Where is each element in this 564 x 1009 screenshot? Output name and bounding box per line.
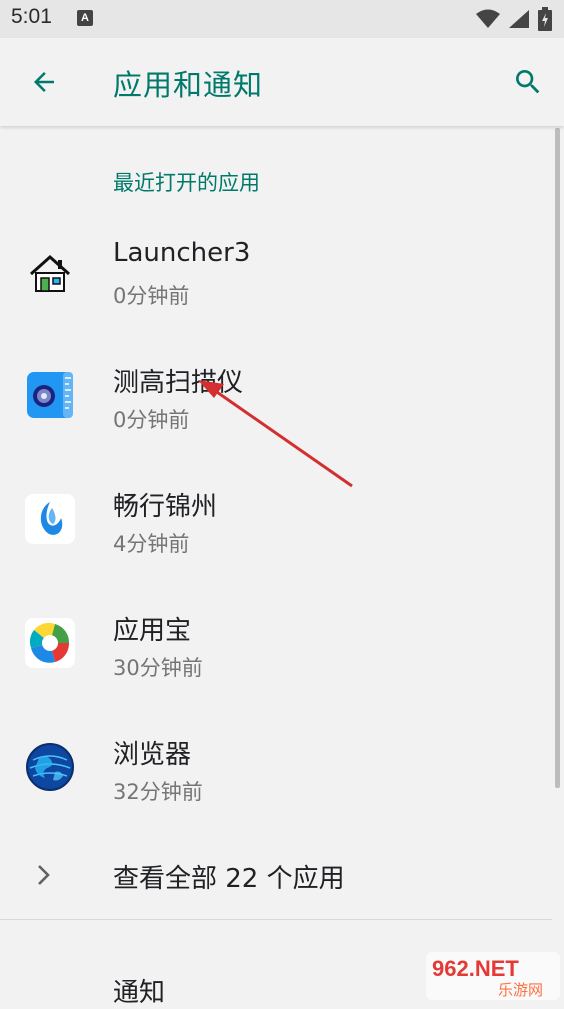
height-scanner-icon <box>27 372 73 418</box>
app-last-used: 30分钟前 <box>113 656 203 680</box>
app-name: 应用宝 <box>113 616 192 646</box>
status-icons <box>476 7 552 31</box>
wifi-icon <box>476 9 500 28</box>
app-bar: 应用和通知 <box>0 38 564 126</box>
notifications-label: 通知 <box>113 978 166 1008</box>
app-row-yingyongbao[interactable]: 应用宝 30分钟前 <box>0 584 552 704</box>
app-last-used: 4分钟前 <box>113 532 190 556</box>
watermark-text-top: 962.NET <box>432 956 519 981</box>
app-last-used: 0分钟前 <box>113 284 190 308</box>
yingyongbao-icon <box>25 618 75 668</box>
app-last-used: 32分钟前 <box>113 780 203 804</box>
app-name: 畅行锦州 <box>113 492 218 522</box>
app-name: 浏览器 <box>113 740 192 770</box>
battery-icon <box>538 7 552 31</box>
status-time: 5:01 <box>11 5 52 28</box>
section-header-recent-apps: 最近打开的应用 <box>113 171 260 195</box>
page-title: 应用和通知 <box>113 68 264 102</box>
see-all-apps-button[interactable]: 查看全部 22 个应用 <box>0 836 552 916</box>
arrow-back-icon <box>34 72 54 92</box>
status-bar: 5:01 A <box>0 0 564 38</box>
watermark-text-bottom: 乐游网 <box>498 981 543 999</box>
app-name: Launcher3 <box>113 238 251 268</box>
launcher-house-icon <box>29 254 71 292</box>
chevron-right-icon <box>38 865 50 885</box>
app-last-used: 0分钟前 <box>113 408 190 432</box>
see-all-apps-label: 查看全部 22 个应用 <box>113 864 345 894</box>
app-row-changxing-jinzhou[interactable]: 畅行锦州 4分钟前 <box>0 460 552 580</box>
search-icon <box>516 70 540 94</box>
app-row-launcher3[interactable]: Launcher3 0分钟前 <box>0 212 552 332</box>
browser-globe-icon <box>26 743 74 791</box>
app-row-browser[interactable]: 浏览器 32分钟前 <box>0 708 552 828</box>
signal-icon <box>509 10 529 28</box>
back-button[interactable] <box>20 60 68 104</box>
app-row-height-scanner[interactable]: 测高扫描仪 0分钟前 <box>0 336 552 456</box>
notification-a-icon: A <box>77 10 93 26</box>
search-button[interactable] <box>504 60 552 104</box>
scrollbar[interactable] <box>555 128 560 788</box>
divider <box>0 919 552 920</box>
watermark-logo: 962.NET 乐游网 <box>426 952 560 1000</box>
changxing-jinzhou-icon <box>25 494 75 544</box>
app-name: 测高扫描仪 <box>113 368 244 398</box>
